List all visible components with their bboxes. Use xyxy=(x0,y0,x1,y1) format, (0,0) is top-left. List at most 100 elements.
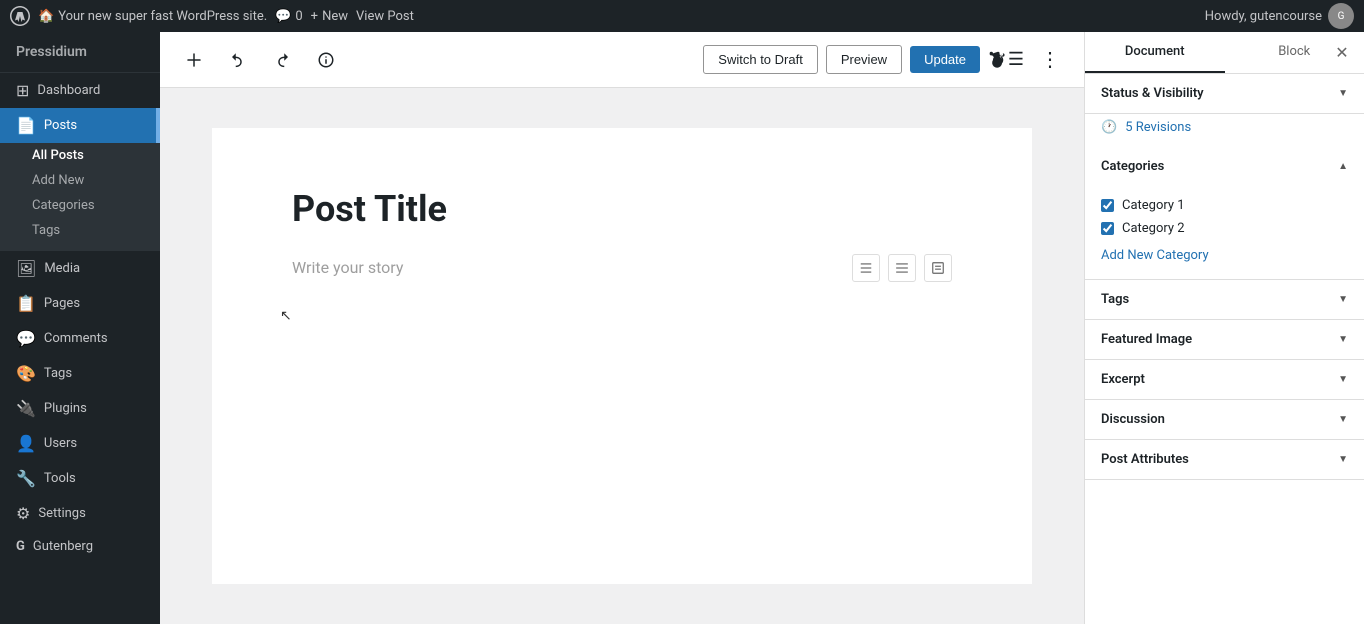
posts-submenu: All Posts Add New Categories Tags xyxy=(0,143,160,251)
posts-icon: 📄 xyxy=(16,116,36,135)
revisions-icon: 🕐 xyxy=(1101,120,1117,135)
full-width-view-icon-btn[interactable] xyxy=(924,254,952,282)
users-icon: 👤 xyxy=(16,434,36,453)
discussion-section: Discussion ▼ xyxy=(1085,400,1364,440)
add-block-button[interactable] xyxy=(176,42,212,78)
featured-image-chevron: ▼ xyxy=(1338,334,1348,345)
write-story-placeholder[interactable]: Write your story xyxy=(292,254,836,281)
editor-toolbar: Switch to Draft Preview Update ☰ ⋮ xyxy=(160,32,1084,88)
status-visibility-header[interactable]: Status & Visibility ▼ xyxy=(1085,74,1364,113)
sidebar-item-media[interactable]: 🖼 Media xyxy=(0,251,160,286)
tags-label: Tags xyxy=(1101,292,1129,307)
wide-view-icon-btn[interactable] xyxy=(888,254,916,282)
editor-view-icons xyxy=(852,254,952,282)
sidebar-item-dashboard[interactable]: ⊞ Dashboard xyxy=(0,73,160,108)
comments-link[interactable]: 💬 0 xyxy=(275,9,303,24)
undo-button[interactable] xyxy=(220,42,256,78)
switch-to-draft-button[interactable]: Switch to Draft xyxy=(703,45,818,74)
post-title[interactable]: Post Title xyxy=(292,188,952,230)
status-visibility-label: Status & Visibility xyxy=(1101,86,1204,101)
excerpt-section: Excerpt ▼ xyxy=(1085,360,1364,400)
gutenberg-icon: G xyxy=(16,539,25,554)
cursor-indicator: ↖ xyxy=(280,308,292,324)
discussion-label: Discussion xyxy=(1101,412,1165,427)
toolbar-right: Switch to Draft Preview Update ☰ ⋮ xyxy=(703,42,1068,78)
discussion-header[interactable]: Discussion ▼ xyxy=(1085,400,1364,439)
settings-button[interactable]: ☰ xyxy=(988,42,1024,78)
howdy-section[interactable]: Howdy, gutencourse G xyxy=(1205,3,1354,29)
sidebar-subitem-tags[interactable]: Tags xyxy=(0,218,160,243)
panel-close-button[interactable]: ✕ xyxy=(1328,39,1356,67)
tools-icon: 🔧 xyxy=(16,469,36,488)
home-icon: 🏠 xyxy=(38,9,54,24)
sidebar-label-posts: Posts xyxy=(44,118,77,133)
brand-label: Pressidium xyxy=(16,44,87,60)
preview-button[interactable]: Preview xyxy=(826,45,902,74)
sidebar-subitem-all-posts[interactable]: All Posts xyxy=(0,143,160,168)
redo-button[interactable] xyxy=(264,42,300,78)
sidebar-brand: Pressidium xyxy=(0,32,160,73)
sidebar-label-plugins: Plugins xyxy=(44,401,87,416)
sidebar-item-posts[interactable]: 📄 Posts xyxy=(0,108,160,143)
avatar: G xyxy=(1328,3,1354,29)
sidebar-item-pages[interactable]: 📋 Pages xyxy=(0,286,160,321)
post-attributes-chevron: ▼ xyxy=(1338,454,1348,465)
categories-label: Categories xyxy=(1101,159,1164,174)
appearance-icon: 🎨 xyxy=(16,364,36,383)
post-attributes-section: Post Attributes ▼ xyxy=(1085,440,1364,480)
editor-wrapper: Switch to Draft Preview Update ☰ ⋮ Post … xyxy=(160,32,1084,624)
editor-content: Post Title Write your story xyxy=(160,88,1084,624)
comments-sidebar-icon: 💬 xyxy=(16,329,36,348)
admin-bar: 🏠 Your new super fast WordPress site. 💬 … xyxy=(0,0,1364,32)
howdy-text: Howdy, gutencourse xyxy=(1205,9,1322,24)
tab-document[interactable]: Document xyxy=(1085,32,1225,73)
sidebar-item-tools[interactable]: 🔧 Tools xyxy=(0,461,160,496)
post-attributes-header[interactable]: Post Attributes ▼ xyxy=(1085,440,1364,479)
categories-body: Category 1 Category 2 Add New Category xyxy=(1085,186,1364,279)
discussion-chevron: ▼ xyxy=(1338,414,1348,425)
settings-icon: ⚙ xyxy=(16,504,30,523)
sidebar-label-users: Users xyxy=(44,436,77,451)
site-name[interactable]: 🏠 Your new super fast WordPress site. xyxy=(38,9,267,24)
panel-tabs: Document Block ✕ xyxy=(1085,32,1364,74)
update-button[interactable]: Update xyxy=(910,46,980,73)
sidebar-item-users[interactable]: 👤 Users xyxy=(0,426,160,461)
editor-canvas: Post Title Write your story xyxy=(212,128,1032,584)
dashboard-icon: ⊞ xyxy=(16,81,29,100)
sidebar-subitem-categories[interactable]: Categories xyxy=(0,193,160,218)
sidebar-label-comments: Comments xyxy=(44,331,108,346)
more-options-button[interactable]: ⋮ xyxy=(1032,42,1068,78)
right-panel: Document Block ✕ Status & Visibility ▼ 🕐… xyxy=(1084,32,1364,624)
excerpt-label: Excerpt xyxy=(1101,372,1145,387)
sidebar-label-media: Media xyxy=(44,261,80,276)
featured-image-header[interactable]: Featured Image ▼ xyxy=(1085,320,1364,359)
featured-image-section: Featured Image ▼ xyxy=(1085,320,1364,360)
new-link[interactable]: + New xyxy=(311,9,348,24)
sidebar-item-gutenberg[interactable]: G Gutenberg xyxy=(0,531,160,562)
media-icon: 🖼 xyxy=(16,259,36,278)
revisions-row[interactable]: 🕐 5 Revisions xyxy=(1085,114,1364,147)
sidebar-item-comments[interactable]: 💬 Comments xyxy=(0,321,160,356)
sidebar-item-plugins[interactable]: 🔌 Plugins xyxy=(0,391,160,426)
view-post-text: View Post xyxy=(356,9,414,24)
pages-icon: 📋 xyxy=(16,294,36,313)
category-2-checkbox[interactable] xyxy=(1101,222,1114,235)
category-1-checkbox[interactable] xyxy=(1101,199,1114,212)
featured-image-label: Featured Image xyxy=(1101,332,1192,347)
comments-icon: 💬 xyxy=(275,9,291,24)
add-new-category-link[interactable]: Add New Category xyxy=(1101,248,1209,263)
info-button[interactable] xyxy=(308,42,344,78)
sidebar-subitem-add-new[interactable]: Add New xyxy=(0,168,160,193)
excerpt-header[interactable]: Excerpt ▼ xyxy=(1085,360,1364,399)
tags-header[interactable]: Tags ▼ xyxy=(1085,280,1364,319)
new-label: New xyxy=(322,9,348,24)
tags-chevron: ▼ xyxy=(1338,294,1348,305)
site-name-text: Your new super fast WordPress site. xyxy=(58,9,267,24)
wp-logo-icon[interactable] xyxy=(10,6,30,26)
status-visibility-section: Status & Visibility ▼ xyxy=(1085,74,1364,114)
categories-header[interactable]: Categories ▲ xyxy=(1085,147,1364,186)
view-post-link[interactable]: View Post xyxy=(356,9,414,24)
sidebar-item-settings[interactable]: ⚙ Settings xyxy=(0,496,160,531)
sidebar-item-appearance[interactable]: 🎨 Tags xyxy=(0,356,160,391)
list-view-icon-btn[interactable] xyxy=(852,254,880,282)
